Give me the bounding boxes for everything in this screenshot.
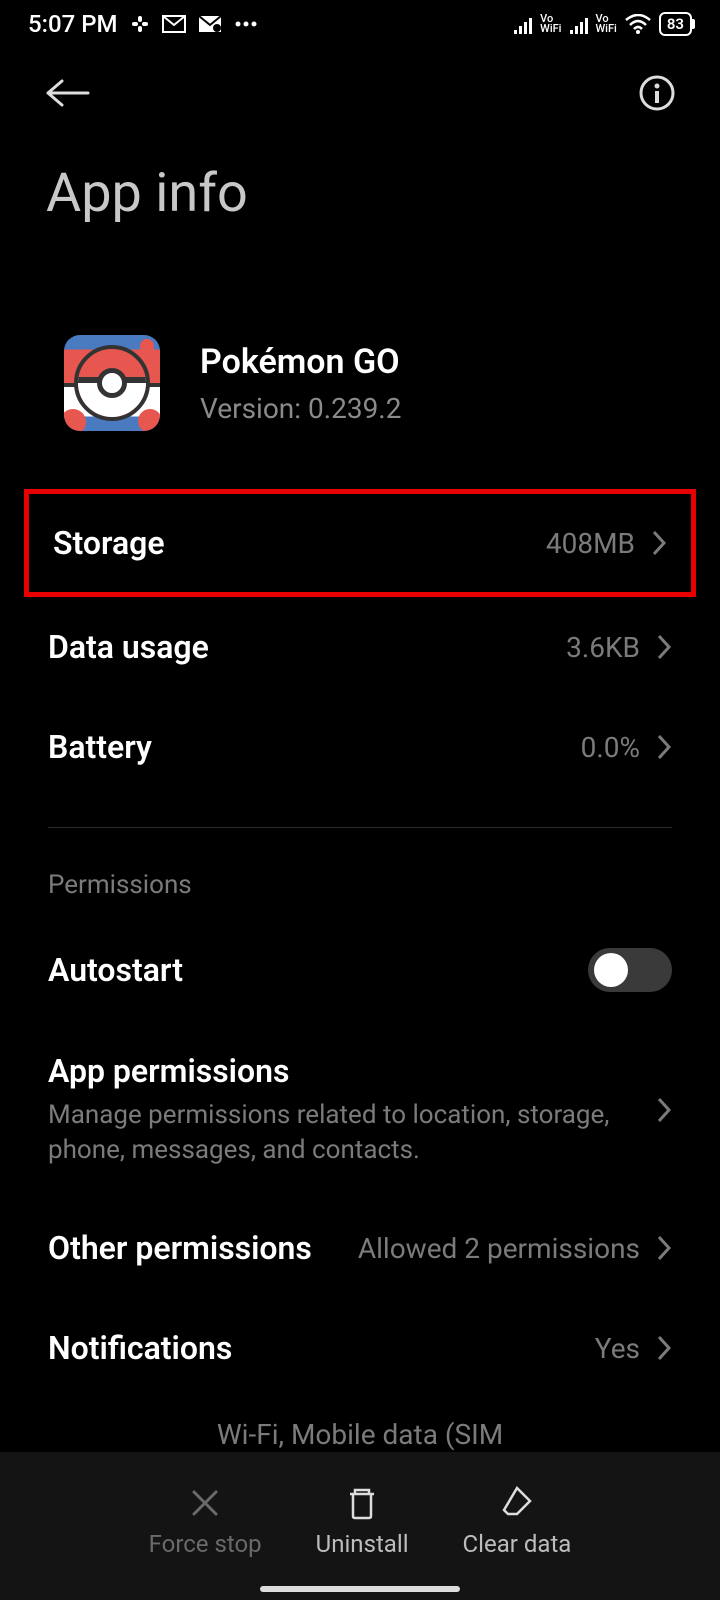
notifications-value: Yes [595, 1332, 640, 1365]
autostart-row[interactable]: Autostart [0, 918, 720, 1022]
app-meta: Pokémon GO Version: 0.239.2 [200, 342, 401, 425]
app-permissions-row[interactable]: App permissions Manage permissions relat… [0, 1022, 720, 1198]
chevron-right-icon [656, 1096, 672, 1124]
eraser-icon [498, 1484, 536, 1522]
slack-icon [130, 14, 150, 34]
status-bar: 5:07 PM VoWiFi VoWiFi 83 [0, 0, 720, 44]
app-name: Pokémon GO [200, 342, 401, 382]
toggle-knob [594, 953, 628, 987]
wifi-icon [625, 14, 651, 34]
chevron-right-icon [656, 733, 672, 761]
vowifi-label-1: VoWiFi [540, 14, 561, 34]
info-button[interactable] [638, 74, 676, 116]
clear-data-button[interactable]: Clear data [463, 1484, 572, 1558]
trash-icon [343, 1484, 381, 1522]
divider [48, 827, 672, 828]
chevron-right-icon [651, 529, 667, 557]
vowifi-label-2: VoWiFi [596, 14, 617, 34]
app-icon [64, 335, 160, 431]
uninstall-button[interactable]: Uninstall [316, 1484, 409, 1558]
force-stop-button[interactable]: Force stop [149, 1484, 262, 1558]
outlook-icon [198, 15, 222, 33]
clear-data-label: Clear data [463, 1530, 572, 1558]
chevron-right-icon [656, 1234, 672, 1262]
uninstall-label: Uninstall [316, 1530, 409, 1558]
signal-icon-2: VoWiFi [570, 14, 617, 34]
autostart-label: Autostart [48, 951, 183, 989]
battery-row[interactable]: Battery 0.0% [0, 697, 720, 797]
autostart-toggle[interactable] [588, 948, 672, 992]
chevron-right-icon [656, 1334, 672, 1362]
storage-label: Storage [53, 524, 165, 562]
signal-icon-1: VoWiFi [514, 14, 561, 34]
other-permissions-value: Allowed 2 permissions [358, 1232, 640, 1265]
battery-icon: 83 [659, 12, 692, 36]
notifications-label: Notifications [48, 1329, 232, 1367]
status-time: 5:07 PM [28, 10, 118, 38]
bottom-bar: Force stop Uninstall Clear data [0, 1452, 720, 1600]
page-title: App info [0, 126, 720, 225]
settings-list: Storage 408MB Data usage 3.6KB Battery 0… [0, 431, 720, 1451]
status-right: VoWiFi VoWiFi 83 [514, 12, 692, 36]
header [0, 44, 720, 126]
chevron-right-icon [656, 633, 672, 661]
home-indicator[interactable] [260, 1586, 460, 1592]
other-permissions-label: Other permissions [48, 1229, 312, 1267]
close-icon [186, 1484, 224, 1522]
storage-row[interactable]: Storage 408MB [24, 489, 696, 597]
app-version: Version: 0.239.2 [200, 392, 401, 425]
more-icon [234, 20, 258, 28]
data-usage-value: 3.6KB [566, 631, 640, 664]
force-stop-label: Force stop [149, 1530, 262, 1558]
status-left: 5:07 PM [28, 10, 258, 38]
info-icon [638, 74, 676, 112]
battery-label: Battery [48, 728, 152, 766]
gmail-icon [162, 15, 186, 33]
back-button[interactable] [44, 78, 90, 112]
storage-value: 408MB [546, 527, 635, 560]
battery-level: 83 [667, 15, 684, 33]
data-usage-row[interactable]: Data usage 3.6KB [0, 597, 720, 697]
battery-value: 0.0% [581, 731, 640, 764]
data-usage-label: Data usage [48, 628, 209, 666]
partial-network-row: Wi-Fi, Mobile data (SIM [0, 1398, 720, 1451]
app-identity: Pokémon GO Version: 0.239.2 [0, 225, 720, 431]
notifications-row[interactable]: Notifications Yes [0, 1298, 720, 1398]
back-arrow-icon [44, 78, 90, 108]
app-permissions-sub: Manage permissions related to location, … [48, 1098, 636, 1168]
app-permissions-label: App permissions [48, 1052, 636, 1090]
permissions-section-label: Permissions [0, 858, 720, 918]
other-permissions-row[interactable]: Other permissions Allowed 2 permissions [0, 1198, 720, 1298]
